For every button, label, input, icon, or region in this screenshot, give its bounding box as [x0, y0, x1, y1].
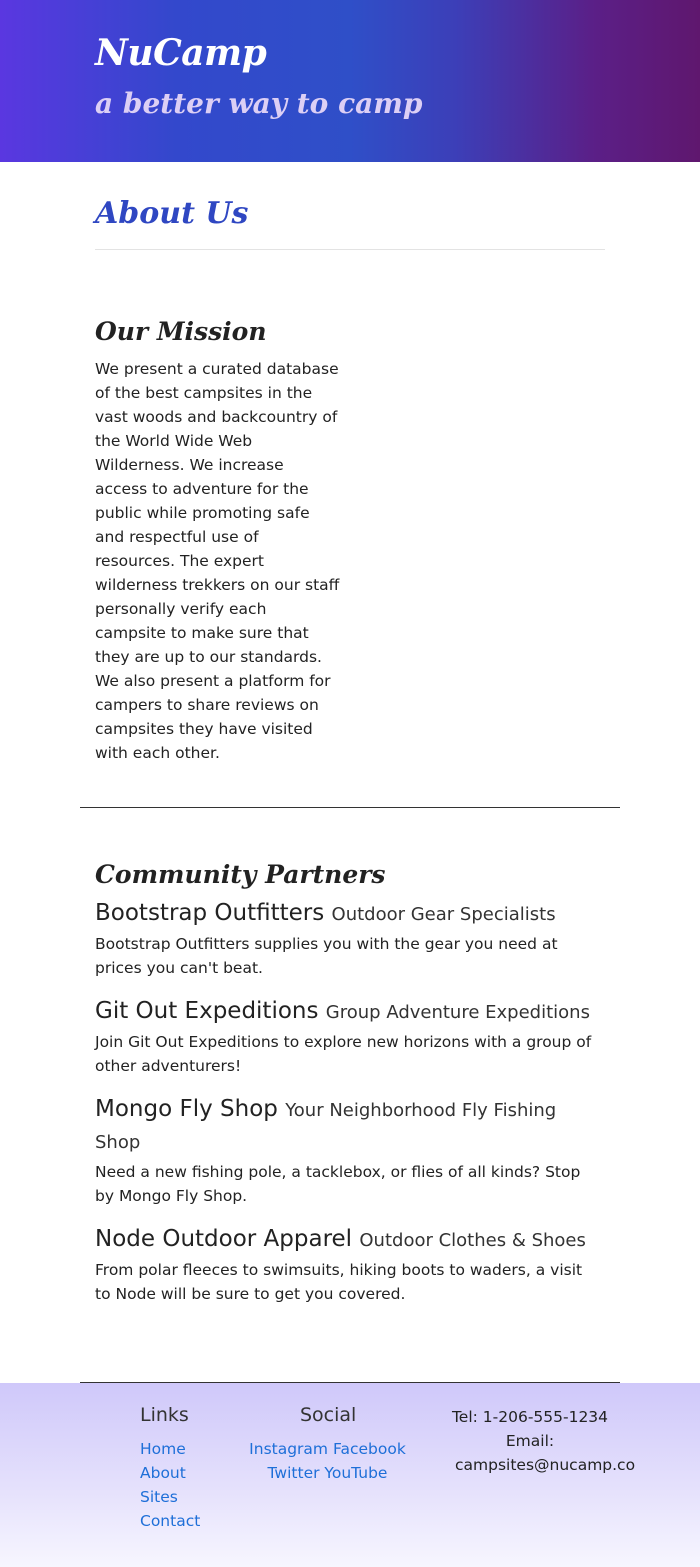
partner-description: Bootstrap Outfitters supplies you with t… [95, 935, 558, 977]
partner-name: Node Outdoor Apparel [95, 1226, 353, 1252]
partner-heading: Node Outdoor Apparel Outdoor Clothes & S… [95, 1224, 595, 1256]
contact-info: Tel: 1-206-555-1234 Email: campsites@nuc… [445, 1405, 636, 1477]
partner-item: Mongo Fly Shop Your Neighborhood Fly Fis… [95, 1094, 595, 1208]
partner-tagline: Outdoor Gear Specialists [331, 904, 556, 925]
email-address: campsites@nucamp.co [455, 1456, 636, 1474]
contact-link[interactable]: Contact [140, 1512, 200, 1530]
footer-links: Home About Sites Contact [140, 1437, 200, 1533]
mission-heading: Our Mission [95, 317, 267, 346]
facebook-link[interactable]: Facebook [333, 1440, 406, 1458]
partner-name: Git Out Expeditions [95, 998, 319, 1024]
partner-tagline: Outdoor Clothes & Shoes [359, 1230, 586, 1251]
partner-name: Mongo Fly Shop [95, 1096, 278, 1122]
twitter-link[interactable]: Twitter [268, 1464, 320, 1482]
site-brand: NuCamp [95, 32, 267, 74]
instagram-link[interactable]: Instagram [249, 1440, 328, 1458]
sites-link[interactable]: Sites [140, 1488, 178, 1506]
phone-number: Tel: 1-206-555-1234 [451, 1408, 609, 1426]
partner-item: Node Outdoor Apparel Outdoor Clothes & S… [95, 1224, 595, 1306]
partner-tagline: Group Adventure Expeditions [325, 1002, 590, 1023]
home-link[interactable]: Home [140, 1440, 186, 1458]
partner-item: Bootstrap Outfitters Outdoor Gear Specia… [95, 898, 595, 980]
partners-list: Bootstrap Outfitters Outdoor Gear Specia… [95, 898, 595, 1322]
mission-text: We present a curated database of the bes… [95, 360, 340, 762]
section-divider [80, 807, 620, 808]
partner-name: Bootstrap Outfitters [95, 900, 325, 926]
footer-link-item: About [140, 1461, 200, 1485]
footer-link-item: Sites [140, 1485, 200, 1509]
partner-heading: Bootstrap Outfitters Outdoor Gear Specia… [95, 898, 595, 930]
partner-description: Join Git Out Expeditions to explore new … [95, 1033, 592, 1075]
title-divider [95, 249, 605, 250]
site-tagline: a better way to camp [95, 87, 423, 120]
about-link[interactable]: About [140, 1464, 186, 1482]
partner-heading: Git Out Expeditions Group Adventure Expe… [95, 996, 595, 1028]
site-header: NuCamp a better way to camp [0, 0, 700, 162]
youtube-link[interactable]: YouTube [324, 1464, 387, 1482]
partner-item: Git Out Expeditions Group Adventure Expe… [95, 996, 595, 1078]
links-heading: Links [140, 1404, 189, 1426]
page-title: About Us [95, 196, 249, 231]
partners-heading: Community Partners [95, 860, 386, 889]
social-heading: Social [300, 1404, 357, 1426]
partner-heading: Mongo Fly Shop Your Neighborhood Fly Fis… [95, 1094, 595, 1158]
social-links: Instagram Facebook Twitter YouTube [240, 1437, 415, 1485]
footer-link-item: Contact [140, 1509, 200, 1533]
email-label: Email: [505, 1432, 555, 1450]
partner-description: From polar fleeces to swimsuits, hiking … [95, 1261, 583, 1303]
footer-link-item: Home [140, 1437, 200, 1461]
partner-description: Need a new fishing pole, a tacklebox, or… [95, 1163, 581, 1205]
